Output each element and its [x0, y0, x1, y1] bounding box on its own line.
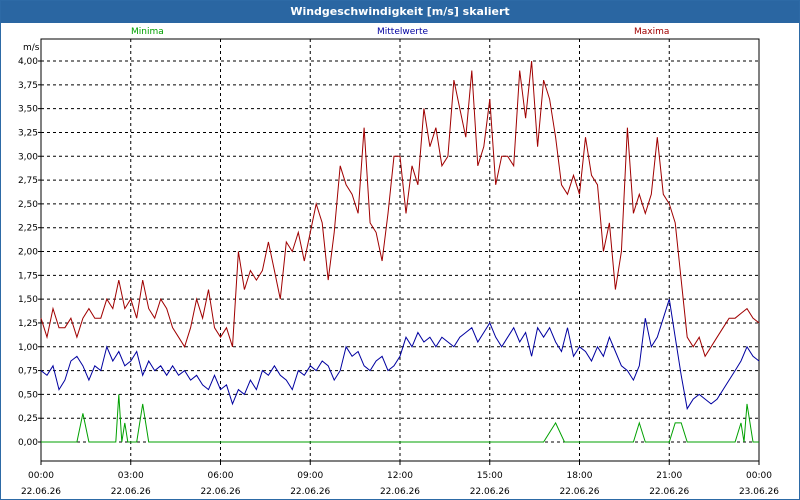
- x-tick-time-label: 00:00: [746, 471, 772, 481]
- x-tick-date-label: 23.06.26: [739, 487, 779, 497]
- y-tick-label: 1,25: [18, 319, 38, 329]
- x-tick-time-label: 03:00: [118, 471, 144, 481]
- x-tick-date-label: 22.06.26: [290, 487, 330, 497]
- x-tick-date-label: 22.06.26: [470, 487, 510, 497]
- x-tick-date-label: 22.06.26: [111, 487, 151, 497]
- y-tick-label: 3,25: [18, 128, 38, 138]
- y-tick-label: 3,75: [18, 81, 38, 91]
- x-tick-date-label: 22.06.26: [200, 487, 240, 497]
- y-tick-label: 4,00: [18, 57, 38, 67]
- chart-window: Windgeschwindigkeit [m/s] skaliert Minim…: [0, 0, 800, 500]
- y-tick-label: 0,50: [18, 390, 38, 400]
- y-axis-unit: m/s: [23, 43, 40, 53]
- y-tick-label: 2,50: [18, 200, 38, 210]
- x-tick-date-label: 22.06.26: [21, 487, 61, 497]
- y-tick-label: 3,50: [18, 105, 38, 115]
- y-tick-label: 1,75: [18, 271, 38, 281]
- y-tick-label: 0,00: [18, 438, 38, 448]
- x-tick-time-label: 15:00: [477, 471, 503, 481]
- y-tick-label: 2,25: [18, 224, 38, 234]
- x-tick-time-label: 21:00: [656, 471, 682, 481]
- y-tick-label: 2,75: [18, 176, 38, 186]
- x-tick-time-label: 00:00: [28, 471, 54, 481]
- y-tick-label: 1,50: [18, 295, 38, 305]
- y-tick-label: 2,00: [18, 248, 38, 258]
- y-tick-label: 0,25: [18, 414, 38, 424]
- x-tick-date-label: 22.06.26: [559, 487, 599, 497]
- x-tick-time-label: 09:00: [297, 471, 323, 481]
- wind-speed-chart: 0,00 0,25 0,50 0,75 1,00 1,25 1,50 1,75 2,00 2,25…: [18, 38, 779, 497]
- x-tick-date-label: 22.06.26: [649, 487, 689, 497]
- x-tick-time-label: 06:00: [208, 471, 234, 481]
- y-tick-label: 1,00: [18, 343, 38, 353]
- y-tick-label: 0,75: [18, 367, 38, 377]
- x-tick-date-label: 22.06.26: [380, 487, 420, 497]
- y-tick-label: 3,00: [18, 152, 38, 162]
- x-tick-time-label: 18:00: [567, 471, 593, 481]
- x-tick-time-label: 12:00: [387, 471, 413, 481]
